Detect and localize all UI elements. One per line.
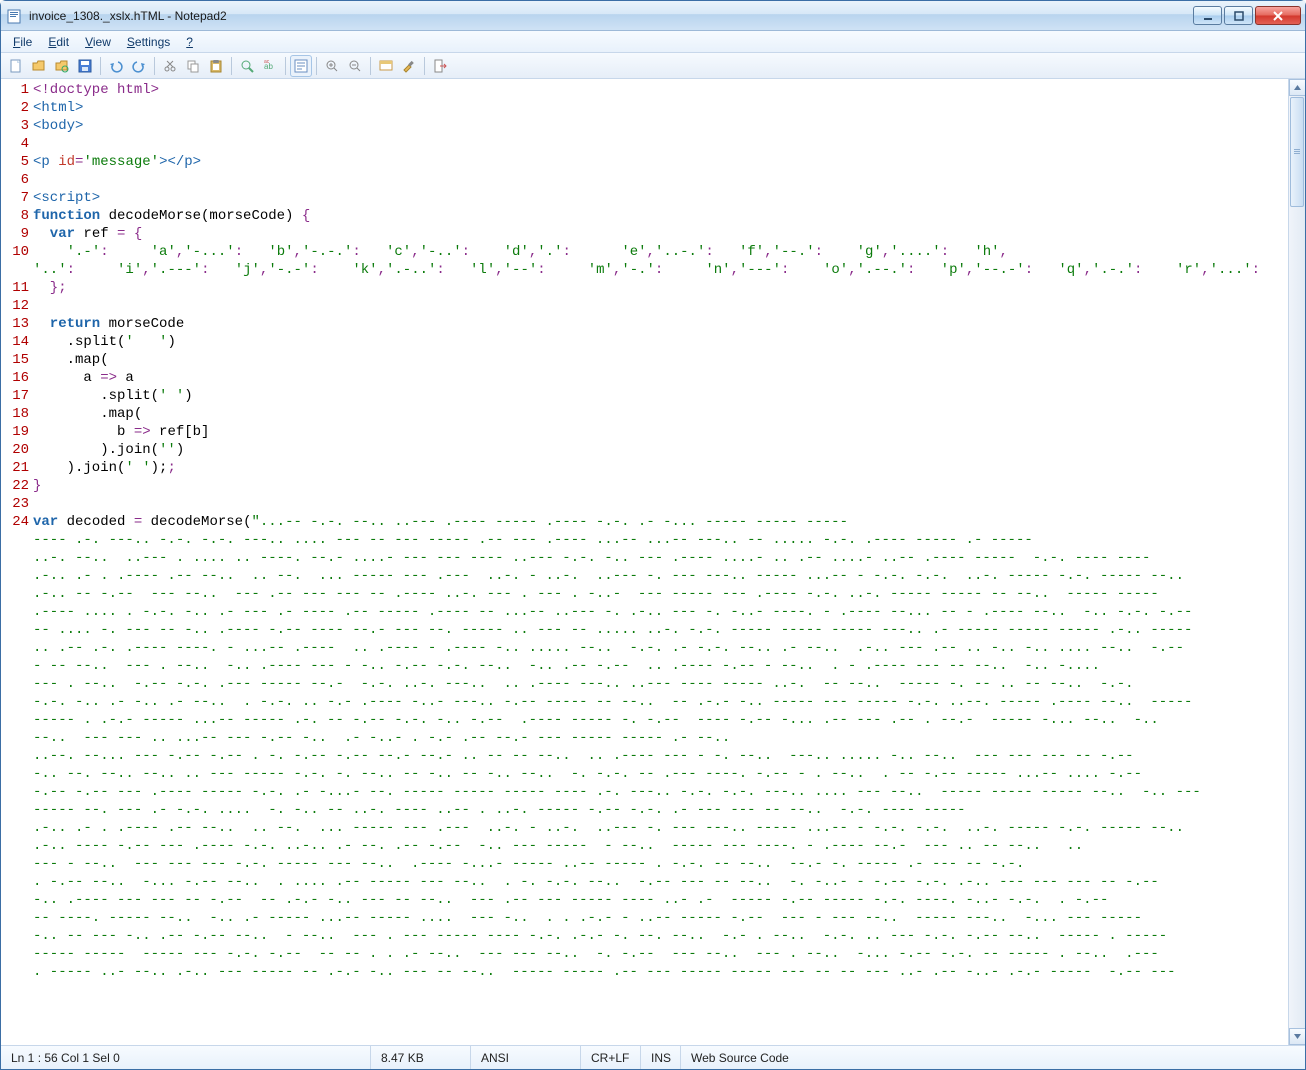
- code-editor[interactable]: <!doctype html><html><body><p id='messag…: [33, 79, 1288, 1045]
- menu-edit[interactable]: Edit: [40, 33, 77, 51]
- status-eol[interactable]: CR+LF: [581, 1046, 641, 1069]
- toolbar-separator: [231, 57, 232, 75]
- vertical-scrollbar[interactable]: [1288, 79, 1305, 1045]
- minimize-button[interactable]: [1193, 6, 1222, 25]
- editor-area[interactable]: 123456789101112131415161718192021222324 …: [1, 79, 1305, 1045]
- menu-help[interactable]: ?: [178, 33, 201, 51]
- word-wrap-button[interactable]: [290, 55, 312, 77]
- scrollbar-thumb[interactable]: [1290, 97, 1304, 207]
- toolbar-separator: [100, 57, 101, 75]
- maximize-button[interactable]: [1224, 6, 1253, 25]
- status-language[interactable]: Web Source Code: [681, 1046, 1305, 1069]
- redo-button[interactable]: [128, 55, 150, 77]
- close-button[interactable]: [1255, 6, 1301, 25]
- save-button[interactable]: [74, 55, 96, 77]
- window-buttons: [1193, 6, 1301, 25]
- scroll-up-button[interactable]: [1289, 79, 1305, 96]
- copy-button[interactable]: [182, 55, 204, 77]
- exit-button[interactable]: [429, 55, 451, 77]
- scroll-down-button[interactable]: [1289, 1028, 1305, 1045]
- undo-button[interactable]: [105, 55, 127, 77]
- statusbar: Ln 1 : 56 Col 1 Sel 0 8.47 KB ANSI CR+LF…: [1, 1045, 1305, 1069]
- toolbar-separator: [424, 57, 425, 75]
- line-number-gutter: 123456789101112131415161718192021222324: [1, 79, 33, 1045]
- new-file-button[interactable]: [5, 55, 27, 77]
- zoom-in-button[interactable]: [321, 55, 343, 77]
- open-file-button[interactable]: [28, 55, 50, 77]
- app-icon: [7, 8, 23, 24]
- find-button[interactable]: [236, 55, 258, 77]
- toolbar-separator: [316, 57, 317, 75]
- cut-button[interactable]: [159, 55, 181, 77]
- paste-button[interactable]: [205, 55, 227, 77]
- menubar: File Edit View Settings ?: [1, 31, 1305, 53]
- menu-view[interactable]: View: [77, 33, 119, 51]
- browse-button[interactable]: [51, 55, 73, 77]
- toolbar-separator: [285, 57, 286, 75]
- titlebar[interactable]: invoice_1308._xslx.hTML - Notepad2: [1, 1, 1305, 31]
- toolbar-separator: [370, 57, 371, 75]
- toolbar: abac: [1, 53, 1305, 79]
- replace-button[interactable]: abac: [259, 55, 281, 77]
- scheme-button[interactable]: [375, 55, 397, 77]
- menu-settings[interactable]: Settings: [119, 33, 178, 51]
- window-title: invoice_1308._xslx.hTML - Notepad2: [29, 9, 1193, 23]
- status-position: Ln 1 : 56 Col 1 Sel 0: [1, 1046, 371, 1069]
- status-insert-mode[interactable]: INS: [641, 1046, 681, 1069]
- customize-button[interactable]: [398, 55, 420, 77]
- toolbar-separator: [154, 57, 155, 75]
- app-window: invoice_1308._xslx.hTML - Notepad2 File …: [0, 0, 1306, 1070]
- menu-file[interactable]: File: [5, 33, 40, 51]
- status-size: 8.47 KB: [371, 1046, 471, 1069]
- status-encoding[interactable]: ANSI: [471, 1046, 581, 1069]
- zoom-out-button[interactable]: [344, 55, 366, 77]
- svg-text:ac: ac: [264, 59, 270, 65]
